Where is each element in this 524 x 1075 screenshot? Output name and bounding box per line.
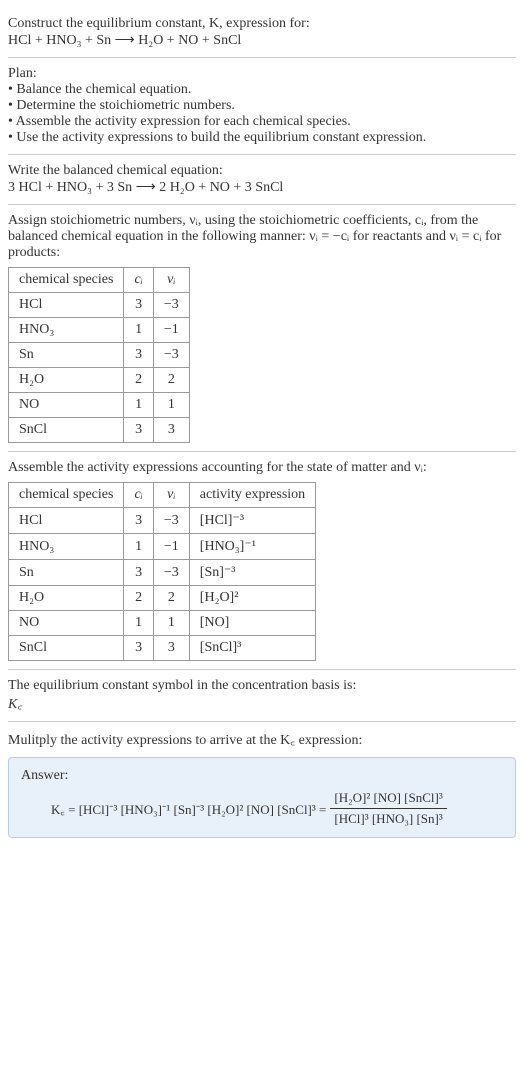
col-ci: cᵢ xyxy=(124,483,153,508)
balanced-heading: Write the balanced chemical equation: xyxy=(8,163,516,179)
cell-species: H₂O xyxy=(9,586,124,611)
cell-species: HNO₃ xyxy=(9,534,124,560)
table-header-row: chemical species cᵢ νᵢ activity expressi… xyxy=(9,483,316,508)
cell-vi: −1 xyxy=(153,318,189,343)
table-row: HCl3−3[HCl]⁻³ xyxy=(9,508,316,534)
cell-ci: 1 xyxy=(124,318,153,343)
stoich-section: Assign stoichiometric numbers, νᵢ, using… xyxy=(8,205,516,452)
balanced-section: Write the balanced chemical equation: 3 … xyxy=(8,155,516,205)
table-row: HNO₃1−1 xyxy=(9,318,190,343)
final-section: Mulitply the activity expressions to arr… xyxy=(8,722,516,838)
symbol-intro: The equilibrium constant symbol in the c… xyxy=(8,678,516,694)
cell-species: NO xyxy=(9,611,124,636)
plan-bullet: • Determine the stoichiometric numbers. xyxy=(8,98,516,114)
kc-fraction: [H₂O]² [NO] [SnCl]³ [HCl]³ [HNO₃] [Sn]³ xyxy=(330,790,446,827)
plan-section: Plan: • Balance the chemical equation. •… xyxy=(8,58,516,155)
col-species: chemical species xyxy=(9,483,124,508)
cell-vi: −1 xyxy=(153,534,189,560)
cell-species: Sn xyxy=(9,343,124,368)
cell-vi: −3 xyxy=(153,560,189,586)
cell-vi: 1 xyxy=(153,611,189,636)
plan-bullet: • Balance the chemical equation. xyxy=(8,82,516,98)
cell-vi: 2 xyxy=(153,586,189,611)
activity-section: Assemble the activity expressions accoun… xyxy=(8,452,516,670)
cell-ci: 3 xyxy=(124,418,153,443)
cell-species: SnCl xyxy=(9,418,124,443)
kc-lhs: K꜀ = [HCl]⁻³ [HNO₃]⁻¹ [Sn]⁻³ [H₂O]² [NO]… xyxy=(51,800,326,818)
col-activity: activity expression xyxy=(189,483,315,508)
table-row: NO11 xyxy=(9,393,190,418)
cell-species: SnCl xyxy=(9,636,124,661)
cell-activity: [NO] xyxy=(189,611,315,636)
prompt-equation: HCl + HNO₃ + Sn ⟶ H₂O + NO + SnCl xyxy=(8,32,516,49)
cell-activity: [HCl]⁻³ xyxy=(189,508,315,534)
table-row: SnCl33 xyxy=(9,418,190,443)
table-row: Sn3−3[Sn]⁻³ xyxy=(9,560,316,586)
cell-vi: 3 xyxy=(153,636,189,661)
cell-species: H₂O xyxy=(9,368,124,393)
cell-vi: 3 xyxy=(153,418,189,443)
cell-activity: [H₂O]² xyxy=(189,586,315,611)
text: Construct the equilibrium constant, K, e… xyxy=(8,16,310,31)
text: HCl + HNO₃ + Sn ⟶ H₂O + NO + SnCl xyxy=(8,33,241,48)
stoich-table: chemical species cᵢ νᵢ HCl3−3 HNO₃1−1 Sn… xyxy=(8,267,190,443)
cell-ci: 1 xyxy=(124,611,153,636)
table-row: SnCl33[SnCl]³ xyxy=(9,636,316,661)
cell-vi: 2 xyxy=(153,368,189,393)
plan-bullet: • Assemble the activity expression for e… xyxy=(8,114,516,130)
col-species: chemical species xyxy=(9,268,124,293)
kc-denominator: [HCl]³ [HNO₃] [Sn]³ xyxy=(330,809,446,827)
balanced-equation: 3 HCl + HNO₃ + 3 Sn ⟶ 2 H₂O + NO + 3 SnC… xyxy=(8,179,516,196)
cell-activity: [Sn]⁻³ xyxy=(189,560,315,586)
cell-ci: 1 xyxy=(124,534,153,560)
cell-species: HCl xyxy=(9,508,124,534)
cell-ci: 3 xyxy=(124,636,153,661)
symbol-section: The equilibrium constant symbol in the c… xyxy=(8,670,516,722)
answer-label: Answer: xyxy=(21,768,503,784)
prompt-section: Construct the equilibrium constant, K, e… xyxy=(8,8,516,58)
kc-expression: K꜀ = [HCl]⁻³ [HNO₃]⁻¹ [Sn]⁻³ [H₂O]² [NO]… xyxy=(51,790,503,827)
table-row: H₂O22[H₂O]² xyxy=(9,586,316,611)
col-ci: cᵢ xyxy=(124,268,153,293)
cell-ci: 3 xyxy=(124,343,153,368)
table-row: HNO₃1−1[HNO₃]⁻¹ xyxy=(9,534,316,560)
prompt-line1: Construct the equilibrium constant, K, e… xyxy=(8,16,516,32)
cell-vi: −3 xyxy=(153,508,189,534)
cell-vi: 1 xyxy=(153,393,189,418)
table-row: H₂O22 xyxy=(9,368,190,393)
cell-activity: [SnCl]³ xyxy=(189,636,315,661)
cell-vi: −3 xyxy=(153,293,189,318)
cell-ci: 3 xyxy=(124,508,153,534)
plan-heading: Plan: xyxy=(8,66,516,82)
stoich-intro: Assign stoichiometric numbers, νᵢ, using… xyxy=(8,213,516,261)
activity-table: chemical species cᵢ νᵢ activity expressi… xyxy=(8,482,316,661)
cell-activity: [HNO₃]⁻¹ xyxy=(189,534,315,560)
cell-ci: 1 xyxy=(124,393,153,418)
cell-species: HCl xyxy=(9,293,124,318)
table-header-row: chemical species cᵢ νᵢ xyxy=(9,268,190,293)
table-row: Sn3−3 xyxy=(9,343,190,368)
col-vi: νᵢ xyxy=(153,483,189,508)
plan-bullet: • Use the activity expressions to build … xyxy=(8,130,516,146)
cell-vi: −3 xyxy=(153,343,189,368)
cell-ci: 2 xyxy=(124,368,153,393)
cell-ci: 3 xyxy=(124,293,153,318)
table-row: NO11[NO] xyxy=(9,611,316,636)
symbol-kc: K꜀ xyxy=(8,694,516,713)
cell-ci: 3 xyxy=(124,560,153,586)
cell-species: NO xyxy=(9,393,124,418)
cell-species: HNO₃ xyxy=(9,318,124,343)
cell-ci: 2 xyxy=(124,586,153,611)
kc-numerator: [H₂O]² [NO] [SnCl]³ xyxy=(330,790,446,809)
answer-box: Answer: K꜀ = [HCl]⁻³ [HNO₃]⁻¹ [Sn]⁻³ [H₂… xyxy=(8,757,516,838)
cell-species: Sn xyxy=(9,560,124,586)
table-row: HCl3−3 xyxy=(9,293,190,318)
col-vi: νᵢ xyxy=(153,268,189,293)
activity-intro: Assemble the activity expressions accoun… xyxy=(8,460,516,476)
final-intro: Mulitply the activity expressions to arr… xyxy=(8,730,516,749)
